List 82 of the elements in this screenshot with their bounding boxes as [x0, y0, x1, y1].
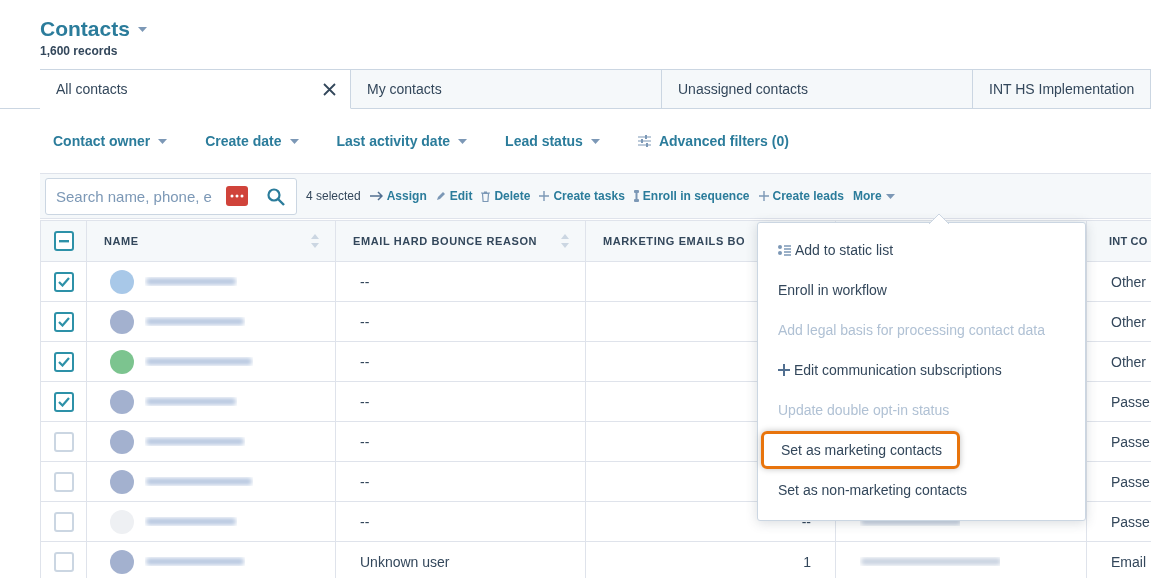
- row-checkbox[interactable]: [53, 311, 74, 332]
- table-cell: --: [360, 313, 370, 330]
- toolbar-action[interactable]: Enroll in sequence: [633, 189, 750, 203]
- table-cell: Passe: [1111, 473, 1150, 490]
- minus-icon: [58, 239, 69, 243]
- column-header[interactable]: MARKETING EMAILS BO: [603, 235, 746, 247]
- caret-down-icon: [885, 193, 895, 199]
- search-field[interactable]: Search name, phone, e: [45, 177, 297, 215]
- sequence-icon: [633, 190, 639, 202]
- avatar-icon: [109, 308, 135, 335]
- menu-item[interactable]: Set as marketing contacts: [761, 431, 961, 469]
- advanced-filters-button[interactable]: Advanced filters (0): [637, 133, 789, 149]
- caret-down-icon: [137, 26, 147, 32]
- plus-icon: [758, 191, 769, 201]
- more-button[interactable]: More: [852, 189, 895, 203]
- view-tab[interactable]: My contacts: [351, 69, 662, 109]
- table-cell: Email: [1111, 553, 1146, 570]
- table-cell: --: [801, 513, 811, 530]
- table-cell: --: [360, 393, 370, 410]
- table-cell: 1: [803, 553, 811, 570]
- table-cell: Passe: [1111, 393, 1150, 410]
- menu-item[interactable]: Set as non-marketing contacts: [758, 470, 1085, 510]
- caret-down-icon: [458, 138, 468, 144]
- caret-down-icon: [289, 138, 299, 144]
- toolbar-action[interactable]: Create leads: [758, 189, 844, 203]
- column-header[interactable]: EMAIL HARD BOUNCE REASON: [353, 235, 538, 247]
- filter-dropdown[interactable]: Create date: [205, 133, 299, 149]
- record-count: 1,600 records: [40, 44, 119, 58]
- search-icon[interactable]: [267, 187, 285, 206]
- table-cell: --: [360, 473, 370, 490]
- table-cell: --: [360, 353, 370, 370]
- table-cell: Passe: [1111, 433, 1150, 450]
- table-cell: --: [360, 433, 370, 450]
- view-tab[interactable]: INT HS Implementation: [973, 69, 1151, 109]
- close-icon[interactable]: [323, 82, 336, 96]
- table-cell: Unknown user: [360, 553, 450, 570]
- menu-item[interactable]: Enroll in workflow: [758, 270, 1085, 310]
- table-cell: Other: [1111, 353, 1146, 370]
- row-checkbox[interactable]: [53, 271, 74, 292]
- toolbar-action[interactable]: Create tasks: [539, 189, 625, 203]
- sliders-icon: [637, 135, 651, 147]
- row-checkbox[interactable]: [53, 391, 74, 412]
- page-title[interactable]: Contacts: [40, 17, 130, 41]
- table-cell: Other: [1111, 273, 1146, 290]
- check-icon: [57, 356, 70, 367]
- check-icon: [57, 276, 70, 287]
- table-cell: --: [360, 273, 370, 290]
- column-header[interactable]: NAME: [104, 235, 139, 247]
- toolbar-action[interactable]: Assign: [369, 189, 427, 203]
- column-header[interactable]: INT CO: [1109, 235, 1148, 247]
- list-icon: [778, 244, 791, 256]
- pencil-icon: [435, 191, 446, 201]
- toolbar-action[interactable]: Edit: [435, 189, 473, 203]
- avatar-icon: [109, 348, 135, 375]
- plus-icon: [539, 191, 550, 201]
- view-tab[interactable]: Unassigned contacts: [662, 69, 973, 109]
- caret-down-icon: [590, 138, 600, 144]
- avatar-icon: [109, 548, 135, 575]
- table-cell: --: [360, 513, 370, 530]
- check-icon: [57, 316, 70, 327]
- caret-down-icon: [158, 138, 168, 144]
- view-tab[interactable]: All contacts: [40, 69, 351, 109]
- plus-icon: [778, 364, 790, 376]
- table-cell: Other: [1111, 313, 1146, 330]
- avatar-icon: [109, 268, 135, 295]
- table-cell: Passe: [1111, 513, 1150, 530]
- select-all-checkbox[interactable]: [53, 231, 74, 251]
- menu-item[interactable]: Add to static list: [758, 230, 1085, 270]
- filter-dropdown[interactable]: Last activity date: [336, 133, 468, 149]
- row-checkbox[interactable]: [53, 351, 74, 372]
- toolbar-action[interactable]: Delete: [481, 189, 531, 203]
- trash-icon: [481, 190, 491, 202]
- arrow-right-icon: [369, 191, 383, 201]
- filter-dropdown[interactable]: Contact owner: [53, 133, 168, 149]
- menu-item[interactable]: Edit communication subscriptions: [758, 350, 1085, 390]
- dots-icon[interactable]: [226, 185, 248, 206]
- avatar-icon: [109, 468, 135, 495]
- avatar-icon: [109, 428, 135, 455]
- check-icon: [57, 396, 70, 407]
- selected-count: 4 selected: [306, 189, 361, 203]
- avatar-icon: [109, 388, 135, 415]
- filter-dropdown[interactable]: Lead status: [505, 133, 600, 149]
